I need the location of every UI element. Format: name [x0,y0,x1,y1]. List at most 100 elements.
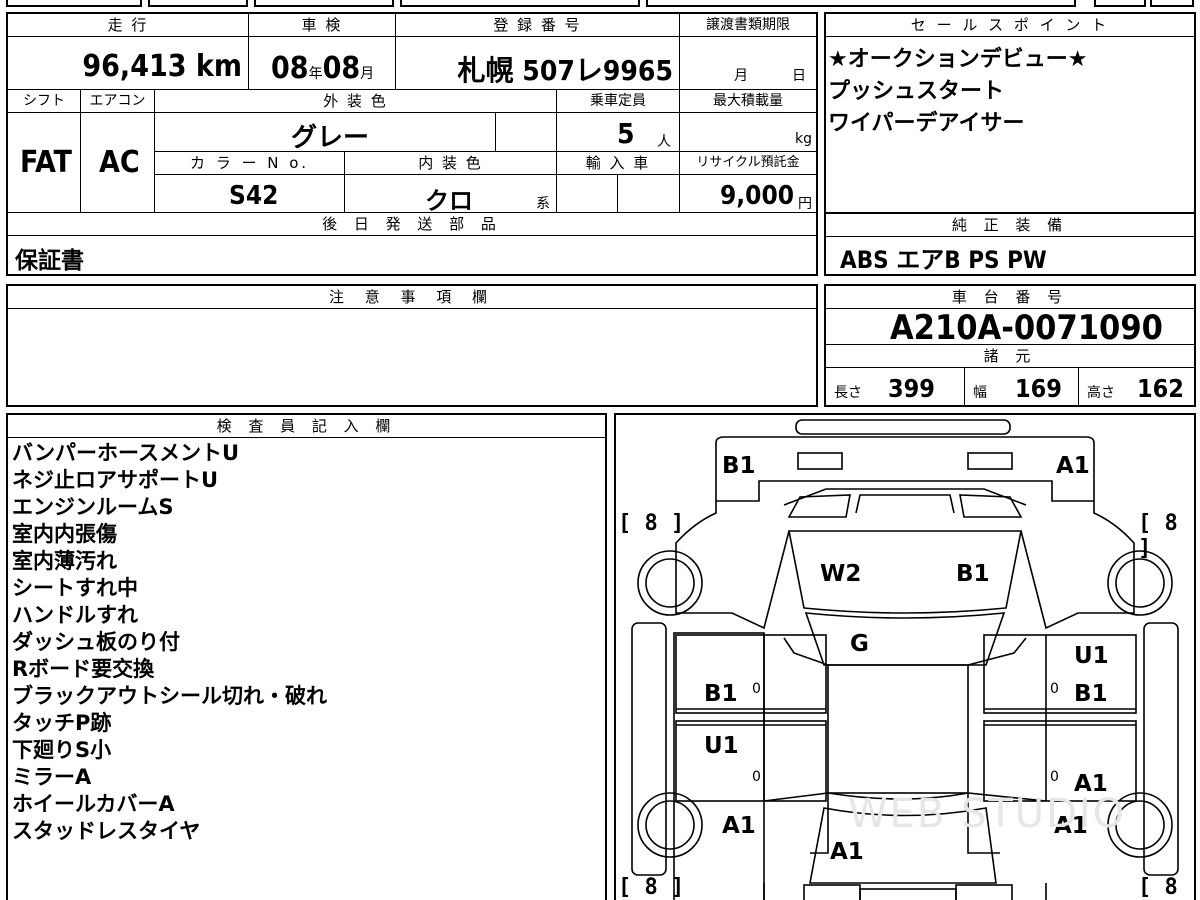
inspector-item: ネジ止ロアサポートU [12,468,219,492]
tire-depth-value: 8 [644,511,658,536]
tire-depth-front-left: [ 8 ] [618,511,685,536]
max-load-cell: kg [679,112,817,152]
registration-value: 札幌 507レ9965 [457,54,673,87]
door-zero-mark: 0 [1050,769,1059,785]
inspection-cell: 08年08月 [248,36,396,90]
length-cell: 長さ 399 [825,367,965,406]
damage-label-left-front-door: B1 [704,681,738,707]
inspector-item: 室内内張傷 [12,522,117,546]
sales-point-item: プッシュスタート [828,79,1005,104]
mileage-number: 96,413 [82,49,187,84]
transfer-deadline-cell: 月 日 [679,36,817,90]
damage-label-windshield: W2 [820,561,862,587]
mileage-value: 96,413 km [82,49,242,84]
registration-header: 登 録 番 号 [395,13,680,37]
top-stub [1094,0,1146,7]
sales-point-header: セ ー ル ス ポ イ ン ト [825,13,1195,37]
import-cell-right [617,174,680,213]
height-label: 高さ [1087,385,1115,401]
exterior-color-header: 外 装 色 [154,89,557,113]
sales-point-item: ★オークションデビュー★ [828,47,1088,72]
inspector-item: ブラックアウトシール切れ・破れ [12,684,327,708]
sales-point-item: ワイパーデアイサー [828,111,1025,136]
inspector-item: スタッドレスタイヤ [12,819,201,843]
recycle-cell: 9,000 円 [679,174,817,213]
mileage-header: 走 行 [7,13,249,37]
tire-depth-rear-left: [ 8 ] [618,875,685,900]
recycle-unit: 円 [798,196,812,212]
inspection-year-unit: 年 [308,66,323,82]
shipping-parts-cell: 保証書 [7,235,817,275]
length-label: 長さ [834,385,862,401]
damage-label-front-right-fender: U1 [1074,643,1109,669]
top-stub [254,0,394,7]
width-value: 169 [1015,374,1062,403]
equipment-value: ABS エアB PS PW [840,246,1047,274]
inspection-month: 08 [322,51,361,86]
inspector-item: タッチP跡 [12,711,112,735]
capacity-value: 5 [617,117,635,150]
shift-value: FAT [20,145,72,180]
inspector-header: 検 査 員 記 入 欄 [7,414,606,438]
max-load-header: 最大積載量 [679,89,817,113]
door-zero-mark: 0 [752,769,761,785]
shift-cell: FAT [7,112,81,213]
capacity-cell: 5 人 [556,112,680,152]
length-value: 399 [888,374,935,403]
mileage-unit: km [195,49,242,84]
door-zero-mark: 0 [752,681,761,697]
damage-label-front-left-corner: B1 [722,453,756,479]
specs-header: 諸 元 [825,344,1195,368]
car-diagram-panel: [ 8 ] [ 8 ] [ 8 ] [ 8 ] B1 A1 W2 B1 G U1… [614,413,1196,900]
transfer-month-unit: 月 [734,68,748,84]
transfer-day-unit: 日 [792,68,806,84]
inspector-item: ダッシュ板のり付 [12,630,180,654]
top-stub [646,0,1076,7]
inspector-item: 室内薄汚れ [12,549,117,573]
damage-label-front-right-corner: A1 [1056,453,1090,479]
width-cell: 幅 169 [964,367,1079,406]
inspector-item: エンジンルームS [12,495,174,519]
tire-depth-value: 8 [1164,511,1178,536]
exterior-color-code-cell [495,112,557,152]
exterior-color-value: グレー [291,123,370,152]
inspector-item: ミラーA [12,765,92,789]
height-value: 162 [1137,374,1184,403]
color-no-value: S42 [229,181,279,211]
inspector-item: ホイールカバーA [12,792,175,816]
damage-label-windshield-right: B1 [956,561,990,587]
inspector-item: バンパーホースメントU [12,441,240,465]
color-no-cell: S42 [154,174,345,213]
door-zero-mark: 0 [1050,681,1059,697]
sales-point-list: ★オークションデビュー★ プッシュスタート ワイパーデアイサー [828,44,1192,140]
import-header: 輸 入 車 [556,151,680,175]
tire-depth-front-right: [ 8 ] [1138,511,1178,561]
damage-label-right-front-door: B1 [1074,681,1108,707]
top-stub [400,0,640,7]
color-no-header: カ ラ ー N o. [154,151,345,175]
import-cell-left [556,174,618,213]
inspector-item: シートすれ中 [12,576,138,600]
chassis-header: 車 台 番 号 [825,285,1195,309]
shift-header: シフト [7,89,81,113]
exterior-color-cell: グレー [154,112,496,152]
top-stub [6,0,142,7]
shipping-parts-value: 保証書 [15,248,84,274]
recycle-header: リサイクル預託金 [679,151,817,175]
tire-depth-value: 8 [644,875,658,900]
recycle-value: 9,000 [720,181,794,211]
watermark: WEB STUDIO [848,791,1127,837]
tire-depth-rear-right: [ 8 ] [1138,875,1178,900]
damage-label-left-rear-door: U1 [704,733,739,759]
interior-color-unit: 系 [536,196,550,212]
transfer-deadline-header: 譲渡書類期限 [679,13,817,37]
inspector-item: ハンドルすれ [12,603,138,627]
inspector-list: バンパーホースメントU ネジ止ロアサポートU エンジンルームS 室内内張傷 室内… [12,440,602,845]
interior-color-header: 内 装 色 [344,151,557,175]
registration-cell: 札幌 507レ9965 [395,36,680,90]
tire-depth-value: 8 [1164,875,1178,900]
chassis-number: A210A-0071090 [890,308,1163,348]
ac-header: エアコン [80,89,155,113]
height-cell: 高さ 162 [1078,367,1195,406]
equipment-header: 純 正 装 備 [825,213,1195,237]
